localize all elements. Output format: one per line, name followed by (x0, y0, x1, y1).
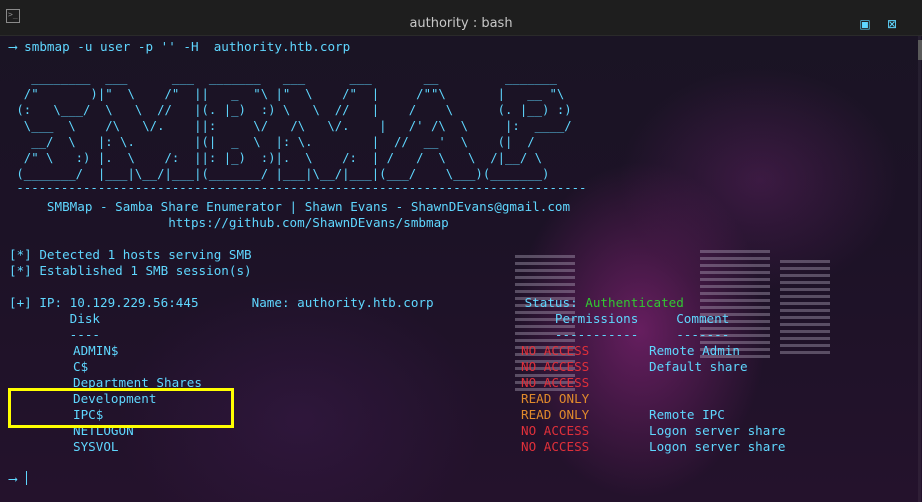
command-line: ⟶ smbmap -u user -p '' -H authority.htb.… (9, 39, 351, 54)
ascii-banner-line: /" )|" \ /" || _ "\ |" \ /" | /""\ | __ … (9, 87, 565, 101)
scrollbar-track[interactable] (918, 36, 921, 502)
share-permission: READ ONLY (521, 391, 590, 406)
share-comment: Remote Admin (649, 343, 740, 358)
ascii-banner-line: ________ ___ ___ _______ ___ ___ __ ____… (9, 71, 557, 85)
maximize-icon[interactable]: ▣ (858, 17, 872, 31)
background-art-stripes (780, 260, 830, 355)
share-comment: Remote IPC (649, 407, 725, 422)
ascii-banner-line: ----------------------------------------… (9, 181, 587, 195)
detected-hosts-line: [*] Detected 1 hosts serving SMB (9, 247, 252, 262)
table-separator: ---- ----------- ------- (9, 327, 730, 342)
title-bar[interactable]: >_ authority : bash ▣ ⊠ (0, 0, 922, 36)
share-name: SYSVOL (73, 439, 119, 454)
ascii-banner-line: (: \___/ \ \ // |(. |_) :) \ \ // | / \ … (9, 103, 572, 117)
share-comment: Logon server share (649, 439, 786, 454)
status-value: Authenticated (585, 295, 684, 310)
window-title: authority : bash (409, 16, 513, 31)
share-comment: Logon server share (649, 423, 786, 438)
close-icon[interactable]: ⊠ (885, 17, 899, 31)
host-line: [+] IP: 10.129.229.56:445 Name: authorit… (9, 295, 684, 311)
tagline: SMBMap - Samba Share Enumerator | Shawn … (9, 199, 571, 214)
share-name: ADMIN$ (73, 343, 119, 358)
share-permission: READ ONLY (521, 407, 590, 422)
share-permission: NO ACCESS (521, 439, 590, 454)
ascii-banner-line: /" \ :) |. \ /: ||: |_) :)|. \ /: | / / … (9, 151, 543, 165)
project-url: https://github.com/ShawnDEvans/smbmap (9, 215, 449, 230)
share-permission: NO ACCESS (521, 359, 590, 374)
ascii-banner-line: \___ \ /\ \/. ||: \/ /\ \/. | /' /\ \ |:… (9, 119, 572, 133)
share-permission: NO ACCESS (521, 375, 590, 390)
text-cursor (26, 471, 28, 485)
terminal-window: >_ authority : bash ▣ ⊠ ⟶ smbmap -u user… (0, 0, 922, 502)
prompt-line[interactable]: ⟶ (9, 471, 28, 487)
scrollbar-thumb[interactable] (918, 40, 922, 60)
host-info: [+] IP: 10.129.229.56:445 Name: authorit… (9, 295, 586, 310)
share-permission: NO ACCESS (521, 343, 590, 358)
prompt-arrow: ⟶ (9, 471, 17, 486)
share-name: C$ (73, 359, 89, 374)
share-comment: Default share (649, 359, 748, 374)
sessions-line: [*] Established 1 SMB session(s) (9, 263, 252, 278)
ascii-banner-line: __/ \ |: \. |(| _ \ |: \. | // __' \ (| … (9, 135, 535, 149)
table-header: Disk Permissions Comment (9, 311, 730, 326)
share-permission: NO ACCESS (521, 423, 590, 438)
development-highlight-box (8, 388, 234, 428)
